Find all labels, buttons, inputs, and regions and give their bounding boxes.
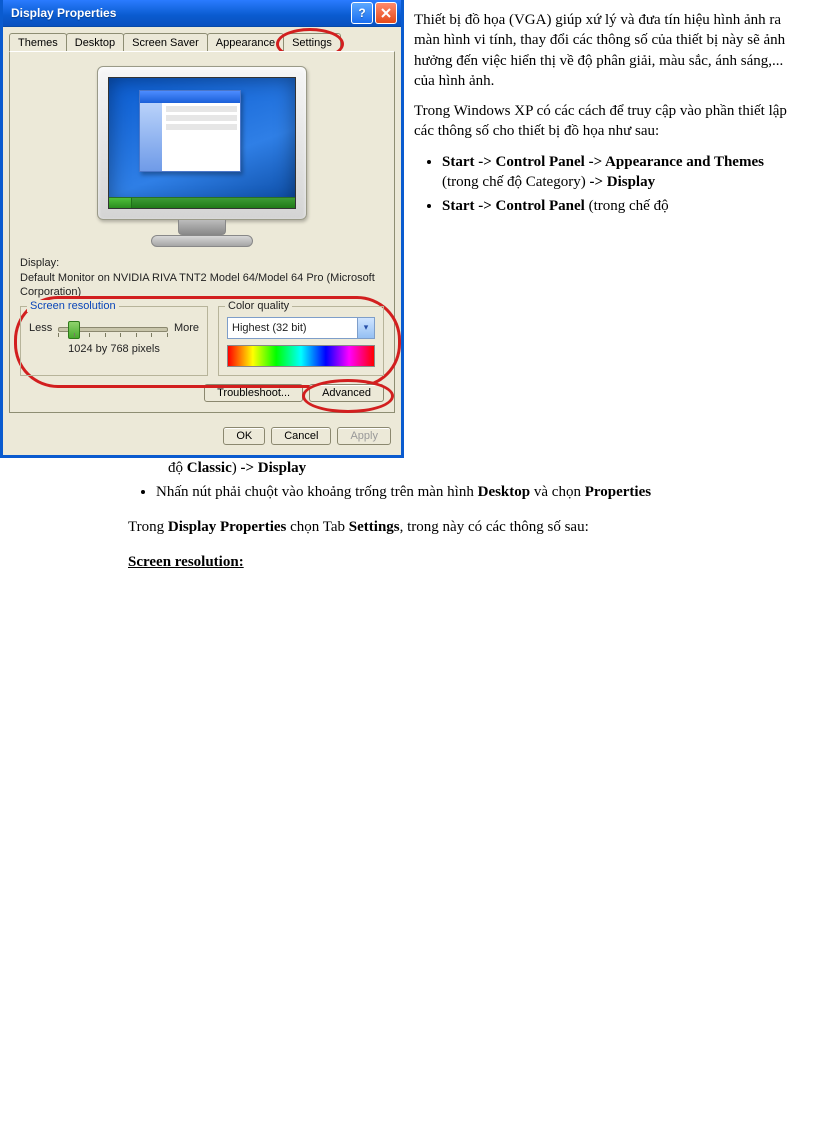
paragraph: Thiết bị đồ họa (VGA) giúp xứ lý và đưa … <box>414 10 796 91</box>
group-title: Color quality <box>225 300 292 312</box>
advanced-button[interactable]: Advanced <box>309 384 384 402</box>
tab-themes[interactable]: Themes <box>9 33 67 51</box>
apply-button[interactable]: Apply <box>337 427 391 445</box>
display-properties-dialog: Display Properties ? Themes Desktop Scre… <box>0 0 404 458</box>
group-title: Screen resolution <box>27 300 119 312</box>
close-button[interactable] <box>375 2 397 24</box>
list-item: Start -> Control Panel (trong chế độ <box>442 196 796 216</box>
display-label: Display: <box>20 257 384 269</box>
color-quality-group: Color quality Highest (32 bit) ▾ <box>218 306 384 376</box>
paragraph: Trong Display Properties chọn Tab Settin… <box>128 517 796 537</box>
tabstrip: Themes Desktop Screen Saver Appearance S… <box>3 27 401 51</box>
titlebar[interactable]: Display Properties ? <box>3 0 401 27</box>
section-heading: Screen resolution: <box>128 552 796 572</box>
ok-button[interactable]: OK <box>223 427 265 445</box>
tab-appearance[interactable]: Appearance <box>207 33 284 51</box>
access-list-cont: Nhấn nút phải chuột vào khoảng trống trê… <box>128 482 796 502</box>
color-spectrum-icon <box>227 345 375 367</box>
select-value: Highest (32 bit) <box>228 322 357 334</box>
tab-screen-saver[interactable]: Screen Saver <box>123 33 208 51</box>
resolution-slider[interactable]: Less More <box>29 319 199 337</box>
color-quality-select[interactable]: Highest (32 bit) ▾ <box>227 317 375 339</box>
chevron-down-icon: ▾ <box>357 318 374 338</box>
list-item: Start -> Control Panel -> Appearance and… <box>442 152 796 193</box>
doc-right-column: Thiết bị đồ họa (VGA) giúp xứ lý và đưa … <box>404 0 816 224</box>
slider-less-label: Less <box>29 322 52 334</box>
dialog-button-row: OK Cancel Apply <box>3 419 401 455</box>
display-value: Default Monitor on NVIDIA RIVA TNT2 Mode… <box>20 271 384 300</box>
troubleshoot-button[interactable]: Troubleshoot... <box>204 384 303 402</box>
tab-desktop[interactable]: Desktop <box>66 33 124 51</box>
screen-resolution-group: Screen resolution Less More 1024 b <box>20 306 208 376</box>
monitor-screen-icon <box>108 77 296 209</box>
slider-more-label: More <box>174 322 199 334</box>
list-continuation: độ Classic) -> Display <box>168 458 796 478</box>
paragraph: Trong Windows XP có các cách để truy cập… <box>414 101 796 142</box>
resolution-value: 1024 by 768 pixels <box>29 343 199 355</box>
window-title: Display Properties <box>11 6 349 20</box>
cancel-button[interactable]: Cancel <box>271 427 331 445</box>
monitor-preview <box>20 60 384 255</box>
access-list: Start -> Control Panel -> Appearance and… <box>414 152 796 217</box>
doc-body: độ Classic) -> Display Nhấn nút phải chu… <box>0 458 816 573</box>
tab-settings[interactable]: Settings <box>283 33 341 51</box>
close-icon <box>381 8 391 18</box>
help-button[interactable]: ? <box>351 2 373 24</box>
settings-panel: Display: Default Monitor on NVIDIA RIVA … <box>9 51 395 413</box>
list-item: Nhấn nút phải chuột vào khoảng trống trê… <box>156 482 796 502</box>
